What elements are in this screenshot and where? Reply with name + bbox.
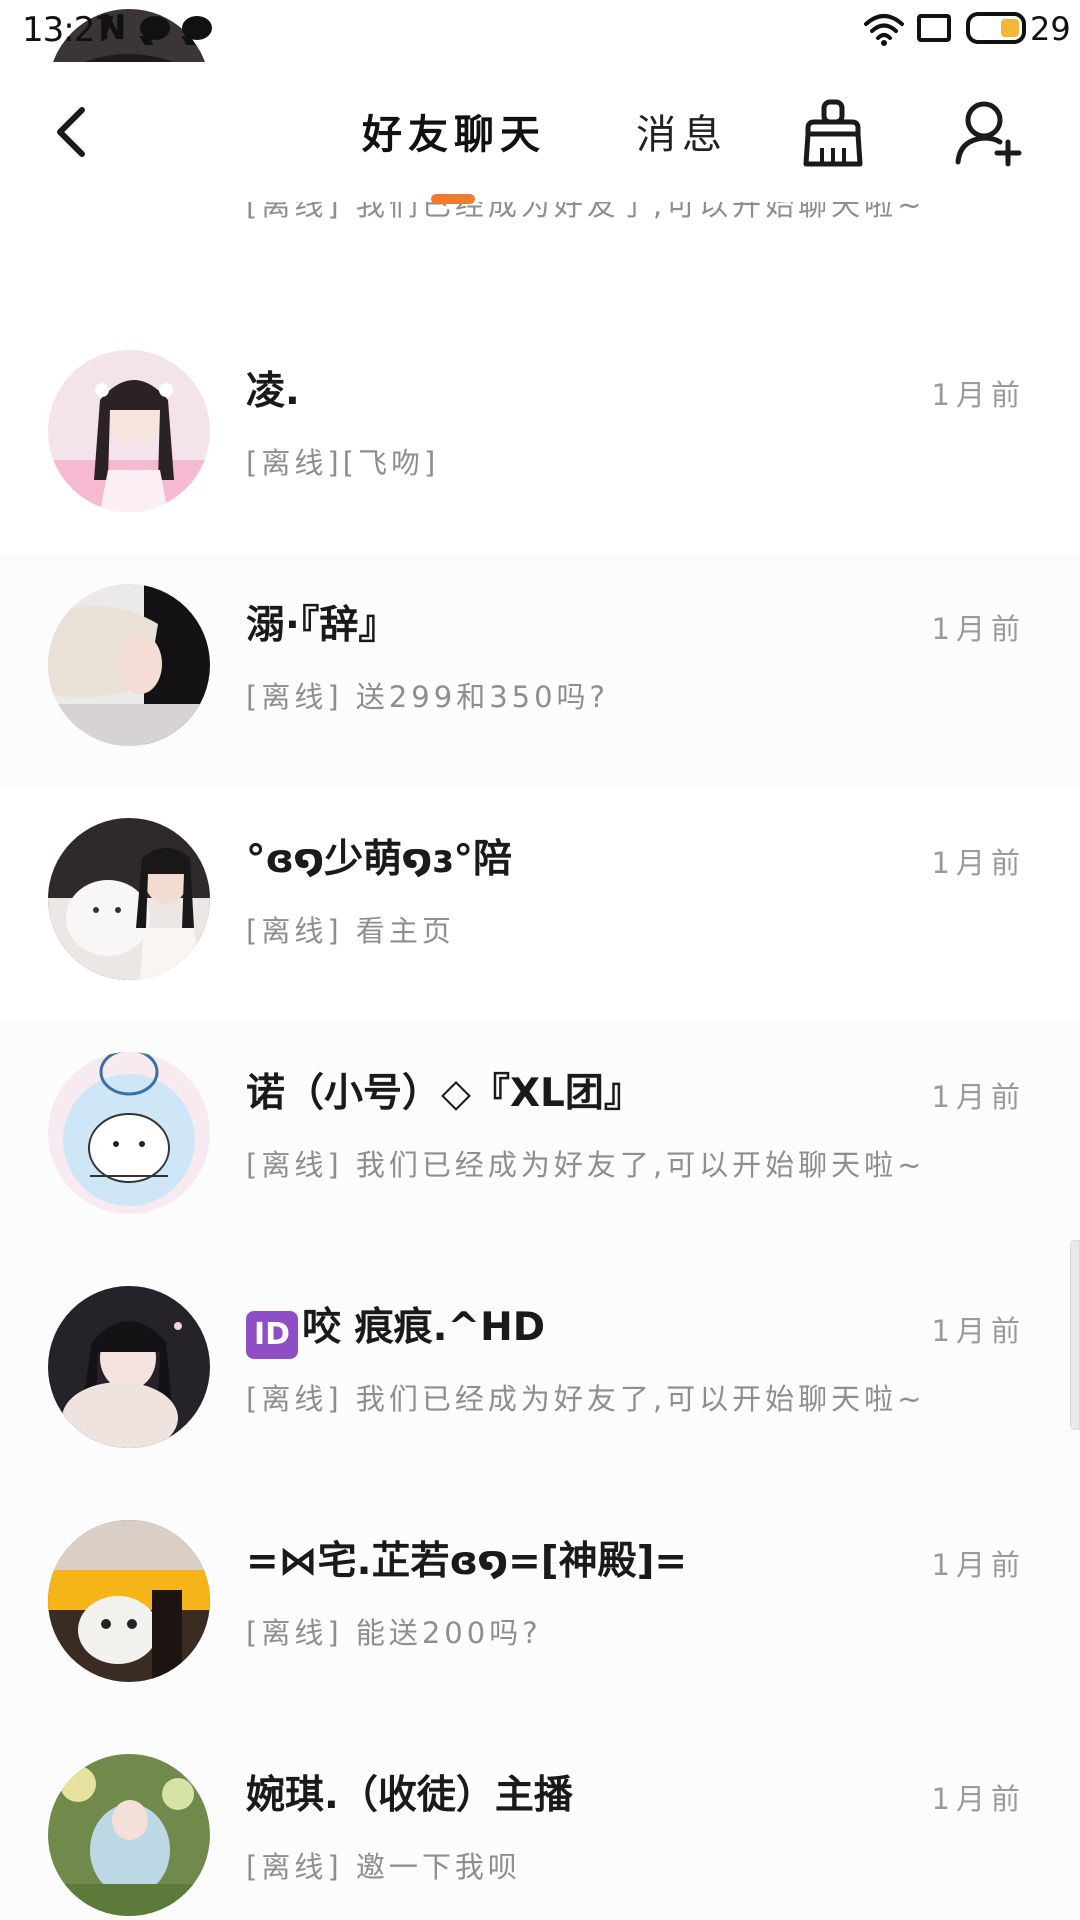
chat-name: ID 咬 痕痕.^HD <box>246 1296 545 1359</box>
avatar[interactable] <box>48 584 210 746</box>
avatar[interactable] <box>48 818 210 980</box>
chat-name: 婉琪.（收徒）主播 <box>246 1773 573 1818</box>
back-arrow-icon <box>57 107 85 157</box>
chat-row[interactable]: 婉琪.（收徒）主播 1月前 [离线] 邀一下我呗 <box>0 1724 1080 1920</box>
chat-preview: [离线] 看主页 <box>246 914 455 948</box>
chat-name: 凌. <box>246 369 300 414</box>
notification-n-icon: N <box>98 8 127 48</box>
chat-row[interactable]: 溺·『辞』 1月前 [离线] 送299和350吗? <box>0 554 1080 788</box>
chat-time: 1月前 <box>931 1314 1026 1348</box>
clean-button[interactable] <box>800 98 866 170</box>
chat-name: 诺（小号）◇『XL团』 <box>246 1071 643 1116</box>
sim-card-icon <box>917 14 951 42</box>
avatar[interactable] <box>48 1286 210 1448</box>
wifi-icon <box>864 14 904 46</box>
add-friend-icon <box>955 101 1022 167</box>
avatar[interactable] <box>48 1520 210 1682</box>
chat-name: =⋈宅.芷若ɞ໑=[神殿]= <box>246 1539 688 1584</box>
tab-friend-chat[interactable]: 好友聊天 <box>362 102 546 160</box>
avatar[interactable] <box>48 1754 210 1916</box>
scroll-handle[interactable] <box>1070 1240 1080 1430</box>
avatar[interactable] <box>48 1052 210 1214</box>
chat-time: 1月前 <box>931 1782 1026 1816</box>
chat-row[interactable]: 凌. 1月前 [离线][飞吻] <box>0 320 1080 554</box>
chat-list[interactable]: [离线] 我们已经成为好友了,可以开始聊天啦~ 凌. 1月前 [离线][飞吻] <box>0 0 1080 1920</box>
chat-preview: [离线] 我们已经成为好友了,可以开始聊天啦~ <box>246 1382 926 1416</box>
friend-chat-screen: [离线] 我们已经成为好友了,可以开始聊天啦~ 凌. 1月前 [离线][飞吻] <box>0 0 1080 1920</box>
chat-preview: [离线] 邀一下我呗 <box>246 1850 521 1884</box>
battery-level-fill <box>1001 19 1019 37</box>
avatar[interactable] <box>48 350 210 512</box>
chat-row[interactable]: 诺（小号）◇『XL团』 1月前 [离线] 我们已经成为好友了,可以开始聊天啦~ <box>0 1022 1080 1256</box>
chat-time: 1月前 <box>931 846 1026 880</box>
id-badge-icon: ID <box>246 1311 298 1359</box>
chat-preview: [离线] 能送200吗? <box>246 1616 542 1650</box>
broom-clean-icon <box>803 99 863 167</box>
chat-row[interactable]: °ɞ໑少萌໑ɜ°陪 1月前 [离线] 看主页 <box>0 788 1080 1022</box>
chat-row[interactable]: ID 咬 痕痕.^HD 1月前 [离线] 我们已经成为好友了,可以开始聊天啦~ <box>0 1256 1080 1490</box>
battery-percent: 29 <box>1030 10 1071 48</box>
add-friend-button[interactable] <box>954 98 1024 168</box>
back-button[interactable] <box>48 102 102 162</box>
chat-time: 1月前 <box>931 1548 1026 1582</box>
chat-preview: [离线][飞吻] <box>246 446 440 480</box>
chat-name: 溺·『辞』 <box>246 603 398 648</box>
chat-preview: [离线] 我们已经成为好友了,可以开始聊天啦~ <box>246 1148 926 1182</box>
chat-bubble-icon <box>182 16 212 40</box>
chat-name-text: 咬 痕痕.^HD <box>302 1305 546 1350</box>
top-nav-bar: 好友聊天 消息 <box>0 62 1080 204</box>
status-bar: 13:27 N 29 <box>0 0 1080 62</box>
chat-row[interactable]: =⋈宅.芷若ɞ໑=[神殿]= 1月前 [离线] 能送200吗? <box>0 1490 1080 1724</box>
battery-icon <box>966 12 1026 44</box>
tab-messages[interactable]: 消息 <box>636 102 728 160</box>
chat-preview: [离线] 送299和350吗? <box>246 680 609 714</box>
chat-time: 1月前 <box>931 1080 1026 1114</box>
chat-time: 1月前 <box>931 378 1026 412</box>
chat-time: 1月前 <box>931 612 1026 646</box>
chat-name: °ɞ໑少萌໑ɜ°陪 <box>246 837 512 882</box>
tab-active-indicator <box>431 194 475 204</box>
chat-bubble-icon <box>140 16 170 40</box>
